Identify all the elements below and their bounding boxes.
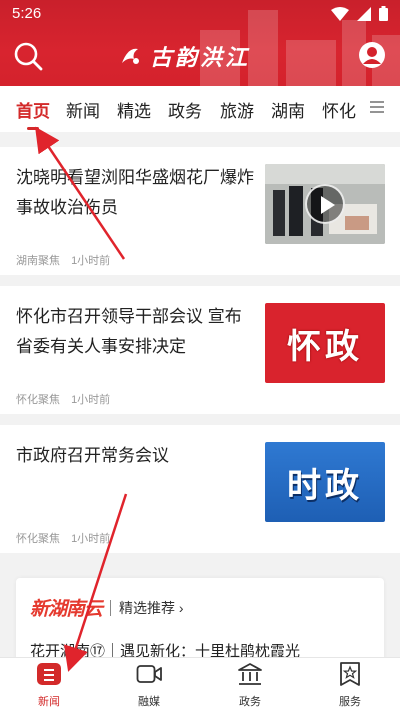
news-icon — [37, 663, 61, 685]
menu-icon[interactable] — [370, 100, 384, 114]
status-bar: 5:26 — [0, 0, 400, 28]
divider — [110, 599, 112, 616]
nav-label: 政务 — [239, 696, 261, 708]
channel-tabs: 首页 新闻 精选 政务 旅游 湖南 怀化 — [0, 86, 400, 132]
wifi-icon — [331, 6, 349, 21]
recommend-header: 新湖南云 精选推荐 › — [30, 594, 184, 621]
video-camera-icon — [136, 665, 162, 683]
article-thumbnail — [265, 164, 385, 244]
tab-featured[interactable]: 精选 — [117, 97, 151, 122]
nav-news[interactable]: 新闻 — [19, 662, 79, 709]
battery-icon — [379, 6, 388, 21]
article-meta: 湖南聚焦 1小时前 — [16, 252, 110, 268]
thumbnail-label: 怀政 — [287, 326, 363, 367]
article-time: 1小时前 — [71, 533, 111, 545]
article-title: 市政府召开常务会议 — [16, 446, 169, 465]
user-icon[interactable] — [358, 41, 386, 69]
play-icon[interactable] — [305, 184, 345, 224]
tab-government[interactable]: 政务 — [168, 97, 202, 122]
recommend-brand: 新湖南云 — [30, 598, 103, 620]
article-title: 怀化市召开领导干部会议 宣布省委有关人事安排决定 — [16, 307, 242, 356]
logo-text: 古韵洪江 — [150, 45, 251, 71]
article-time: 1小时前 — [71, 394, 111, 406]
article-time: 1小时前 — [71, 255, 111, 267]
recommend-more-link[interactable]: 精选推荐 › — [119, 598, 184, 618]
nav-media[interactable]: 融媒 — [119, 662, 179, 709]
article-card[interactable]: 怀化市召开领导干部会议 宣布省委有关人事安排决定 怀化聚焦 1小时前 怀政 — [0, 286, 400, 414]
tab-travel[interactable]: 旅游 — [220, 97, 254, 122]
search-icon[interactable] — [12, 40, 44, 72]
status-time: 5:26 — [12, 5, 42, 22]
nav-government[interactable]: 政务 — [220, 662, 280, 709]
app-logo: 古韵洪江 — [118, 38, 284, 74]
tab-huaihua[interactable]: 怀化 — [322, 97, 356, 122]
nav-label: 融媒 — [138, 696, 160, 708]
bottom-navigation: 新闻 融媒 政务 服务 — [0, 657, 400, 711]
thumbnail-label: 时政 — [287, 465, 363, 506]
article-meta: 怀化聚焦 1小时前 — [16, 530, 110, 546]
signal-icon — [357, 6, 371, 21]
article-thumbnail: 怀政 — [265, 303, 385, 383]
app-header: 5:26 古韵洪江 — [0, 0, 400, 86]
article-card[interactable]: 沈晓明看望浏阳华盛烟花厂爆炸事故收治伤员 湖南聚焦 1小时前 — [0, 147, 400, 275]
active-tab-indicator — [27, 127, 39, 130]
article-source: 怀化聚焦 — [16, 394, 60, 406]
nav-label: 新闻 — [38, 696, 60, 708]
article-thumbnail: 时政 — [265, 442, 385, 522]
nav-label: 服务 — [339, 696, 361, 708]
article-card[interactable]: 市政府召开常务会议 怀化聚焦 1小时前 时政 — [0, 425, 400, 553]
tab-home[interactable]: 首页 — [16, 97, 50, 122]
article-title: 沈晓明看望浏阳华盛烟花厂爆炸事故收治伤员 — [16, 168, 254, 217]
article-meta: 怀化聚焦 1小时前 — [16, 391, 110, 407]
top-bar: 古韵洪江 — [0, 30, 400, 80]
recommend-panel: 新湖南云 精选推荐 › 花开湖南⑰｜遇见新化：十里杜鹃枕霞光 — [16, 578, 384, 668]
article-source: 怀化聚焦 — [16, 533, 60, 545]
tab-hunan[interactable]: 湖南 — [271, 97, 305, 122]
tab-news[interactable]: 新闻 — [66, 97, 100, 122]
logo-mark-icon — [122, 48, 139, 64]
nav-service[interactable]: 服务 — [320, 662, 380, 709]
article-source: 湖南聚焦 — [16, 255, 60, 267]
government-building-icon — [238, 663, 262, 685]
service-star-icon — [340, 662, 360, 686]
